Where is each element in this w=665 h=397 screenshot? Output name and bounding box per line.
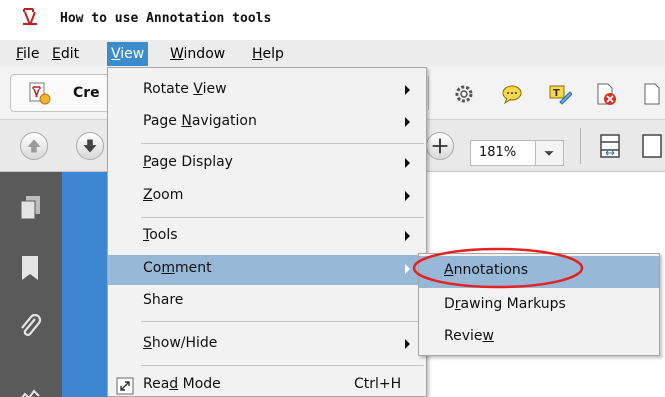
menu-edit[interactable]: Edit: [48, 44, 83, 64]
submenu-arrow-icon: [405, 264, 410, 274]
menu-separator: [141, 217, 424, 218]
arrow-up-icon: [27, 139, 41, 153]
create-button-label: Cre: [73, 85, 100, 101]
menu-item-zoom[interactable]: Zoom: [108, 182, 426, 212]
menu-file[interactable]: File: [12, 44, 43, 64]
view-menu: Rotate View Page Navigation Page Display…: [107, 67, 427, 397]
title-bar: How to use Annotation tools: [0, 0, 665, 40]
fit-width-icon[interactable]: [640, 134, 664, 158]
svg-text:T: T: [553, 88, 560, 99]
zoom-input[interactable]: 181%: [470, 140, 536, 166]
zoom-in-button[interactable]: [426, 132, 454, 160]
menu-item-share[interactable]: Share: [108, 287, 426, 317]
submenu-arrow-icon: [405, 117, 410, 127]
submenu-item-annotations[interactable]: Annotations: [419, 256, 659, 288]
read-mode-icon: [116, 377, 134, 395]
menu-shortcut: Ctrl+H: [354, 376, 402, 392]
highlight-text-icon[interactable]: T: [548, 82, 572, 106]
menu-item-comment[interactable]: Comment: [108, 255, 426, 285]
menu-window[interactable]: Window: [166, 44, 229, 64]
navigation-pane: [0, 172, 62, 397]
comment-submenu: Annotations Drawing Markups Review: [418, 253, 660, 356]
signatures-icon[interactable]: [18, 380, 42, 397]
plus-icon: [432, 138, 448, 154]
menu-separator: [141, 143, 424, 144]
fit-page-icon[interactable]: [598, 134, 622, 158]
gear-icon[interactable]: [452, 82, 476, 106]
menu-item-tools[interactable]: Tools: [108, 222, 426, 252]
chevron-down-icon: [544, 151, 554, 156]
pdf-app-icon: [23, 8, 37, 26]
zoom-dropdown-button[interactable]: [536, 140, 564, 166]
menu-bar: File Edit View Window Help: [0, 40, 665, 66]
menu-item-page-display[interactable]: Page Display: [108, 149, 426, 179]
delete-document-icon[interactable]: [594, 82, 618, 106]
page-thumbnails-icon[interactable]: [18, 194, 42, 222]
menu-help[interactable]: Help: [248, 44, 288, 64]
comment-bubble-icon[interactable]: [500, 82, 524, 106]
submenu-arrow-icon: [405, 85, 410, 95]
submenu-item-review[interactable]: Review: [419, 322, 659, 354]
attachments-icon[interactable]: [18, 314, 42, 342]
bookmarks-icon[interactable]: [18, 254, 42, 282]
menu-item-show-hide[interactable]: Show/Hide: [108, 330, 426, 360]
menu-item-page-navigation[interactable]: Page Navigation: [108, 108, 426, 138]
toolbar-divider: [428, 76, 429, 110]
toolbar-divider: [580, 128, 581, 164]
menu-view[interactable]: View: [107, 42, 149, 66]
submenu-arrow-icon: [405, 339, 410, 349]
next-page-button[interactable]: [76, 132, 104, 160]
document-icon[interactable]: [641, 82, 665, 106]
menu-item-rotate-view[interactable]: Rotate View: [108, 76, 426, 106]
menu-item-read-mode[interactable]: Read Mode Ctrl+H: [108, 371, 426, 397]
previous-page-button[interactable]: [20, 132, 48, 160]
submenu-arrow-icon: [405, 231, 410, 241]
submenu-arrow-icon: [405, 158, 410, 168]
submenu-item-drawing-markups[interactable]: Drawing Markups: [419, 290, 659, 322]
window-title: How to use Annotation tools: [60, 11, 272, 26]
arrow-down-icon: [83, 139, 97, 153]
create-pdf-icon: [29, 82, 51, 105]
submenu-arrow-icon: [405, 191, 410, 201]
menu-separator: [141, 365, 424, 366]
menu-separator: [141, 321, 424, 322]
